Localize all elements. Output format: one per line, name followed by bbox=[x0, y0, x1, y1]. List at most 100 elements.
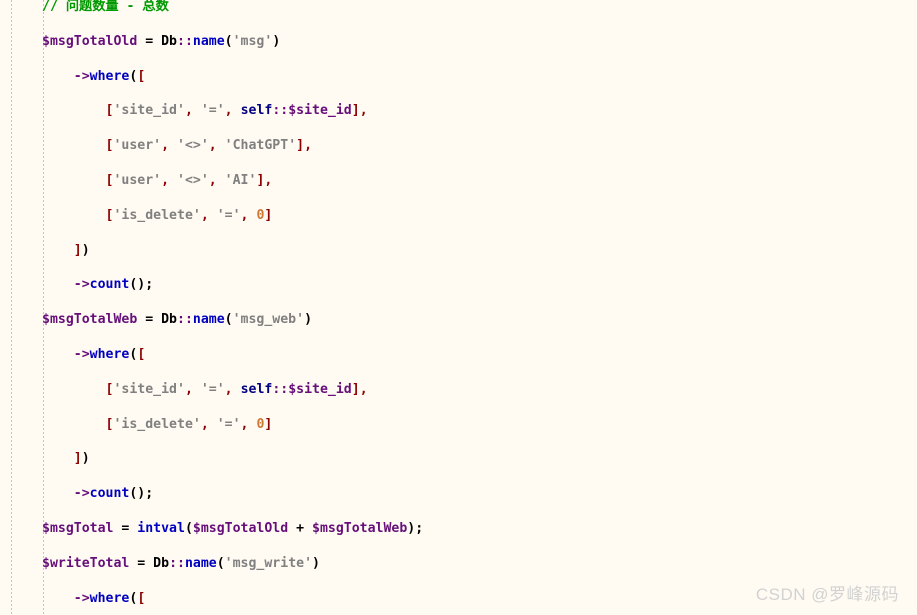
code-token: 'user' bbox=[113, 172, 162, 188]
code-token: :: bbox=[272, 103, 289, 119]
code-token: = bbox=[129, 555, 154, 571]
code-token: '=' bbox=[216, 416, 241, 432]
code-token: Db bbox=[161, 33, 177, 49]
code-token: ) bbox=[304, 312, 313, 328]
code-line: ->where([ bbox=[0, 346, 917, 363]
code-token: = bbox=[137, 33, 162, 49]
code-token: , bbox=[161, 138, 178, 154]
code-token: 'user' bbox=[113, 138, 162, 154]
code-token: 'msg_write' bbox=[224, 555, 313, 571]
code-token: :: bbox=[177, 33, 193, 49]
code-token: ], bbox=[351, 381, 368, 397]
code-line: ['is_delete', '=', 0] bbox=[0, 416, 917, 433]
code-token: 'ChatGPT' bbox=[224, 138, 297, 154]
code-token: self bbox=[240, 103, 273, 119]
code-token: $site_id bbox=[288, 381, 352, 397]
code-token: 'AI' bbox=[224, 172, 257, 188]
code-line: ->where([ bbox=[0, 68, 917, 85]
code-token: , bbox=[184, 381, 201, 397]
code-token: self bbox=[240, 381, 273, 397]
code-token: + bbox=[288, 520, 312, 536]
code-token: ( bbox=[184, 520, 193, 536]
code-line: ['user', '<>', 'AI'], bbox=[0, 172, 917, 189]
code-token: , bbox=[224, 381, 241, 397]
code-token: , bbox=[184, 103, 201, 119]
code-line: ['is_delete', '=', 0] bbox=[0, 207, 917, 224]
code-line: ['site_id', '=', self::$site_id], bbox=[0, 102, 917, 119]
code-token: [ bbox=[137, 590, 146, 606]
code-token: // 问题数量 - 总数 bbox=[42, 0, 169, 14]
code-token: 'site_id' bbox=[113, 103, 185, 119]
code-token: 'is_delete' bbox=[113, 207, 201, 223]
code-token: , bbox=[224, 103, 241, 119]
code-token: name bbox=[192, 312, 225, 328]
code-token: (); bbox=[129, 486, 154, 502]
code-token: = bbox=[137, 312, 162, 328]
code-token: ) bbox=[81, 451, 90, 467]
code-token: Db bbox=[153, 555, 170, 571]
code-token: 'msg' bbox=[232, 33, 273, 49]
code-token: ( bbox=[224, 312, 233, 328]
code-token: -> bbox=[73, 590, 90, 606]
code-token: name bbox=[192, 33, 225, 49]
code-token: $msgTotalOld bbox=[42, 33, 138, 49]
code-token: , bbox=[240, 416, 257, 432]
code-token: , bbox=[208, 172, 225, 188]
code-editor-viewport[interactable]: // 问题数量 - 总数 $msgTotalOld = Db::name('ms… bbox=[0, 0, 917, 615]
code-token: Db bbox=[161, 312, 177, 328]
csdn-watermark: CSDN @罗峰源码 bbox=[755, 585, 899, 604]
code-line: ]) bbox=[0, 450, 917, 467]
code-token: [ bbox=[137, 68, 146, 84]
code-line: // 问题数量 - 总数 bbox=[0, 0, 917, 15]
code-token: ] bbox=[73, 242, 82, 258]
code-token: ] bbox=[73, 451, 82, 467]
code-token: -> bbox=[73, 68, 90, 84]
code-token: $site_id bbox=[288, 103, 352, 119]
code-token: intval bbox=[137, 520, 185, 536]
code-token: 'site_id' bbox=[113, 381, 185, 397]
code-token: '<>' bbox=[177, 138, 209, 154]
code-token: ], bbox=[351, 103, 368, 119]
code-token: '<>' bbox=[177, 172, 209, 188]
code-token: :: bbox=[169, 555, 185, 571]
code-token: '=' bbox=[200, 381, 225, 397]
code-token: $msgTotal bbox=[42, 520, 114, 536]
code-token: '=' bbox=[200, 103, 225, 119]
code-token: ], bbox=[256, 172, 273, 188]
code-token: where bbox=[89, 590, 130, 606]
code-token: ) bbox=[312, 555, 320, 571]
code-token: ( bbox=[216, 555, 225, 571]
code-token: '=' bbox=[216, 207, 241, 223]
code-content[interactable]: // 问题数量 - 总数 $msgTotalOld = Db::name('ms… bbox=[0, 0, 917, 615]
code-token: -> bbox=[73, 346, 90, 362]
code-token: $msgTotalWeb bbox=[312, 520, 408, 536]
code-token: where bbox=[89, 68, 130, 84]
code-token: :: bbox=[272, 381, 289, 397]
code-token: -> bbox=[73, 277, 90, 293]
code-token: , bbox=[200, 207, 217, 223]
code-line: $msgTotal = intval($msgTotalOld + $msgTo… bbox=[0, 520, 917, 537]
code-line: $writeTotal = Db::name('msg_write') bbox=[0, 555, 917, 572]
code-token: $msgTotalOld bbox=[192, 520, 289, 536]
code-line: $msgTotalOld = Db::name('msg') bbox=[0, 33, 917, 50]
code-token: ); bbox=[407, 520, 424, 536]
code-token: 'is_delete' bbox=[113, 416, 201, 432]
code-line: ['user', '<>', 'ChatGPT'], bbox=[0, 137, 917, 154]
code-token: -> bbox=[73, 486, 90, 502]
code-line: ->count(); bbox=[0, 276, 917, 293]
code-line: ->count(); bbox=[0, 485, 917, 502]
code-token: name bbox=[184, 555, 217, 571]
code-line: ]) bbox=[0, 242, 917, 259]
